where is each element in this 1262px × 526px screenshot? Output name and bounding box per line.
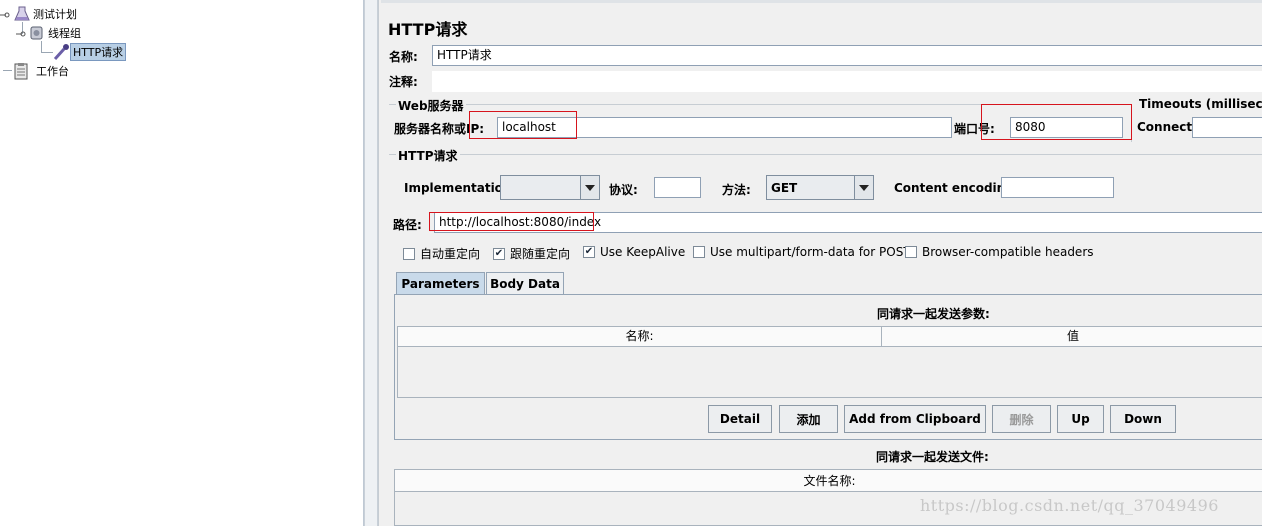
protocol-input[interactable] — [654, 177, 701, 198]
follow-redirect-checkbox[interactable]: ✔ 跟随重定向 — [493, 245, 570, 262]
chevron-down-icon[interactable] — [580, 176, 599, 199]
method-select[interactable]: GET — [766, 175, 874, 200]
column-header-value[interactable]: 值 — [882, 327, 1262, 347]
http-request-legend: HTTP请求 — [396, 147, 460, 164]
add-button[interactable]: 添加 — [779, 405, 838, 433]
files-title: 同请求一起发送文件: — [876, 450, 989, 464]
column-header-name[interactable]: 名称: — [398, 327, 882, 347]
browser-headers-checkbox[interactable]: Browser-compatible headers — [905, 245, 1094, 259]
comment-input[interactable] — [432, 71, 1262, 92]
tab-parameters[interactable]: Parameters — [396, 272, 485, 294]
highlight-box — [429, 212, 594, 231]
keepalive-checkbox[interactable]: ✔ Use KeepAlive — [583, 245, 685, 259]
expand-toggle-icon[interactable] — [0, 9, 10, 19]
method-label: 方法: — [722, 183, 751, 197]
http-request-form: HTTP请求 名称: HTTP请求 注释: Web服务器 服务器名称或IP: l… — [378, 0, 1262, 526]
checkbox-box[interactable] — [403, 247, 415, 260]
parameters-title: 同请求一起发送参数: — [877, 307, 990, 321]
column-header-filename[interactable]: 文件名称: — [395, 470, 1262, 492]
split-pane-divider[interactable] — [364, 0, 378, 526]
content-encoding-input[interactable] — [1001, 177, 1114, 198]
clipboard-icon — [12, 62, 30, 80]
implementation-select[interactable] — [500, 175, 600, 200]
tree-item-http-request[interactable]: HTTP请求 — [52, 43, 127, 61]
tree-item-test-plan[interactable]: 测试计划 — [0, 5, 79, 23]
connect-label: Connect: — [1137, 120, 1197, 134]
chevron-down-icon[interactable] — [854, 176, 873, 199]
flask-icon — [13, 6, 31, 22]
tree-item-label: 线程组 — [48, 27, 81, 40]
tree-item-thread-group[interactable]: 线程组 — [16, 24, 83, 42]
checkbox-box[interactable] — [905, 246, 917, 258]
up-button[interactable]: Up — [1057, 405, 1104, 433]
parameters-table[interactable]: 名称: 值 — [397, 326, 1262, 398]
highlight-box — [981, 104, 1132, 140]
add-from-clipboard-button[interactable]: Add from Clipboard — [844, 405, 986, 433]
expand-toggle-icon[interactable] — [16, 28, 26, 38]
gear-icon — [28, 25, 46, 41]
tree-item-label: HTTP请求 — [70, 43, 127, 61]
multipart-checkbox[interactable]: Use multipart/form-data for POST — [693, 245, 911, 259]
detail-button[interactable]: Detail — [708, 405, 772, 433]
check-icon[interactable]: ✔ — [583, 246, 595, 258]
test-plan-tree[interactable]: 测试计划 线程组 HTTP请求 工作台 — [0, 0, 364, 526]
path-label: 路径: — [393, 218, 422, 232]
comment-label: 注释: — [389, 75, 418, 89]
checkbox-box[interactable] — [693, 246, 705, 258]
name-label: 名称: — [389, 50, 418, 64]
timeouts-legend: Timeouts (milliseconds) — [1139, 97, 1262, 111]
content-encoding-label: Content encoding: — [894, 181, 1019, 195]
page-title: HTTP请求 — [388, 20, 468, 39]
tree-item-workbench[interactable]: 工作台 — [12, 62, 71, 80]
connect-timeout-input[interactable] — [1192, 117, 1262, 138]
watermark-text: https://blog.csdn.net/qq_37049496 — [920, 496, 1219, 515]
check-icon[interactable]: ✔ — [493, 247, 505, 260]
protocol-label: 协议: — [609, 183, 638, 197]
tab-body-data[interactable]: Body Data — [486, 272, 564, 294]
auto-redirect-checkbox[interactable]: 自动重定向 — [403, 245, 480, 262]
tree-item-label: 工作台 — [36, 65, 69, 78]
delete-button[interactable]: 删除 — [992, 405, 1051, 433]
pipette-icon — [52, 43, 70, 61]
down-button[interactable]: Down — [1110, 405, 1176, 433]
tree-item-label: 测试计划 — [33, 8, 77, 21]
highlight-box — [469, 111, 577, 139]
web-server-legend: Web服务器 — [396, 97, 466, 114]
name-input[interactable]: HTTP请求 — [432, 45, 1262, 66]
